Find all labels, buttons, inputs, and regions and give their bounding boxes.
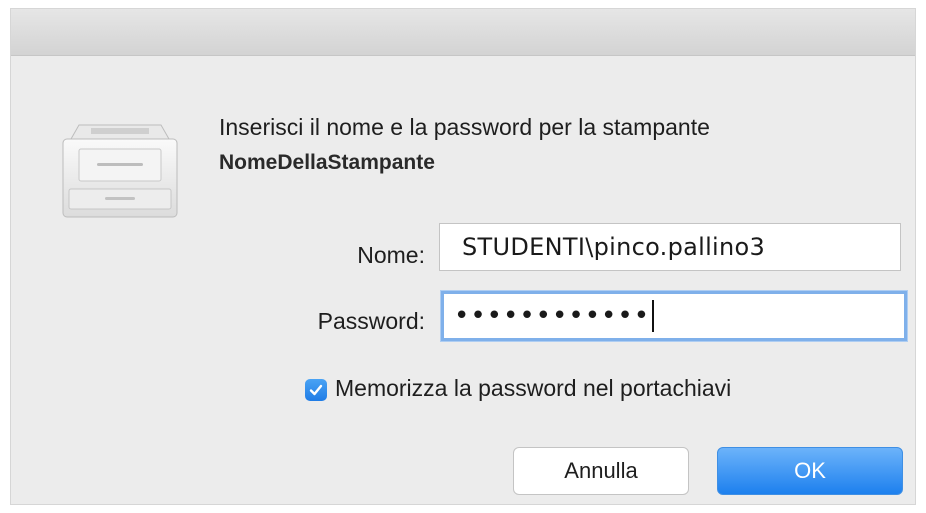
cancel-button[interactable]: Annulla [513, 447, 689, 495]
nome-input[interactable]: STUDENTI\pinco.pallino3 [439, 223, 901, 271]
password-input[interactable]: •••••••••••• [441, 291, 907, 341]
text-caret [652, 300, 655, 332]
nome-value: STUDENTI\pinco.pallino3 [462, 233, 766, 261]
message-text: Inserisci il nome e la password per la s… [219, 114, 710, 140]
printer-icon [57, 119, 183, 223]
printer-auth-dialog: Inserisci il nome e la password per la s… [10, 8, 916, 505]
printer-name: NomeDellaStampante [219, 151, 435, 174]
window-titlebar[interactable] [11, 9, 915, 56]
nome-label: Nome: [357, 242, 425, 268]
remember-password-checkbox[interactable] [305, 379, 327, 401]
password-label: Password: [317, 308, 425, 334]
ok-button[interactable]: OK [717, 447, 903, 495]
dialog-message: Inserisci il nome e la password per la s… [219, 109, 710, 181]
remember-password-label[interactable]: Memorizza la password nel portachiavi [335, 375, 731, 402]
password-value: •••••••••••• [454, 301, 651, 331]
checkmark-icon [309, 384, 323, 396]
